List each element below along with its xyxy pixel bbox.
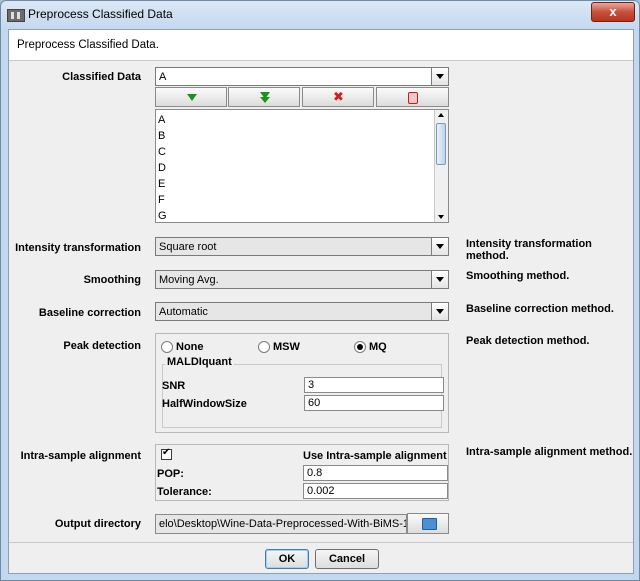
close-button[interactable]: x (591, 2, 635, 22)
move-down-button[interactable] (155, 87, 227, 107)
intensity-desc: Intensity transformation method. (466, 238, 592, 262)
maldiquant-title: MALDIquant (165, 356, 234, 368)
browse-button[interactable] (407, 513, 449, 534)
list-item[interactable]: C (158, 146, 166, 158)
baseline-combo[interactable]: Automatic (155, 302, 449, 321)
clear-button[interactable] (376, 87, 449, 107)
scroll-down-icon[interactable] (438, 215, 444, 219)
radio-none-label[interactable]: None (176, 341, 204, 353)
halfwindowsize-label: HalfWindowSize (162, 398, 247, 410)
classified-data-combo[interactable]: A (155, 67, 449, 86)
baseline-label: Baseline correction (38, 307, 141, 319)
delete-button[interactable]: ✖ (302, 87, 374, 107)
list-scrollbar[interactable] (434, 110, 448, 222)
scroll-up-icon[interactable] (438, 113, 444, 117)
list-item[interactable]: E (158, 178, 165, 190)
radio-msw-label[interactable]: MSW (273, 341, 300, 353)
snr-field[interactable]: 3 (304, 377, 444, 393)
radio-none[interactable] (161, 341, 173, 353)
baseline-desc: Baseline correction method. (466, 303, 614, 315)
radio-mq-label[interactable]: MQ (369, 341, 387, 353)
peak-label: Peak detection (63, 340, 141, 352)
intensity-value: Square root (159, 241, 217, 253)
list-item[interactable]: D (158, 162, 166, 174)
output-label: Output directory (54, 518, 141, 530)
peak-detection-panel: None MSW MQ MALDIquant SNR 3 HalfWindowS… (155, 333, 449, 433)
move-down-icon (187, 94, 197, 101)
alignment-label: Intra-sample alignment (20, 450, 141, 462)
tolerance-label: Tolerance: (157, 486, 212, 498)
smoothing-label: Smoothing (83, 274, 141, 286)
cancel-button[interactable]: Cancel (315, 549, 379, 569)
move-bottom-button[interactable] (228, 87, 300, 107)
tolerance-field[interactable]: 0.002 (303, 483, 448, 499)
baseline-value: Automatic (159, 306, 208, 318)
dialog-window: Preprocess Classified Data x Preprocess … (0, 0, 640, 581)
classified-data-value: A (159, 71, 167, 83)
classified-data-label: Classified Data (62, 71, 141, 83)
app-icon (7, 9, 25, 22)
intensity-label: Intensity transformation (15, 242, 141, 254)
list-item[interactable]: B (158, 130, 165, 142)
chevron-down-icon[interactable] (431, 303, 448, 320)
delete-icon: ✖ (333, 89, 344, 104)
list-item[interactable]: G (158, 210, 167, 222)
classified-data-toolbar: ✖ (155, 87, 449, 109)
output-directory-field[interactable]: elo\Desktop\Wine-Data-Preprocessed-With-… (155, 514, 407, 534)
folder-icon (422, 518, 437, 530)
dialog-footer: OK Cancel (9, 542, 633, 574)
use-alignment-checkbox[interactable] (161, 447, 172, 460)
chevron-down-icon[interactable] (431, 68, 448, 85)
smoothing-desc: Smoothing method. (466, 270, 570, 282)
alignment-panel: Use Intra-sample alignment POP: 0.8 Tole… (155, 444, 449, 501)
pop-label: POP: (157, 468, 184, 480)
halfwindowsize-field[interactable]: 60 (304, 395, 444, 411)
ok-button[interactable]: OK (265, 549, 309, 569)
header-text: Preprocess Classified Data. (17, 39, 159, 51)
peak-desc: Peak detection method. (466, 335, 590, 347)
list-item[interactable]: F (158, 194, 165, 206)
radio-msw[interactable] (258, 341, 270, 353)
snr-label: SNR (162, 380, 186, 392)
clear-icon (408, 92, 418, 104)
chevron-down-icon[interactable] (431, 238, 448, 255)
classified-data-list[interactable]: A B C D E F G (155, 109, 449, 223)
use-alignment-label: Use Intra-sample alignment (303, 450, 447, 462)
intensity-combo[interactable]: Square root (155, 237, 449, 256)
window-title: Preprocess Classified Data (28, 7, 173, 21)
pop-field[interactable]: 0.8 (303, 465, 448, 481)
smoothing-value: Moving Avg. (159, 274, 219, 286)
alignment-desc: Intra-sample alignment method. (466, 446, 633, 458)
smoothing-combo[interactable]: Moving Avg. (155, 270, 449, 289)
chevron-down-icon[interactable] (431, 271, 448, 288)
dialog-header: Preprocess Classified Data. (9, 30, 633, 61)
list-item[interactable]: A (158, 114, 165, 126)
radio-mq[interactable] (354, 341, 366, 353)
dialog-content: Preprocess Classified Data. Classified D… (8, 29, 634, 574)
scroll-thumb[interactable] (436, 123, 446, 165)
title-bar[interactable]: Preprocess Classified Data x (1, 1, 639, 29)
